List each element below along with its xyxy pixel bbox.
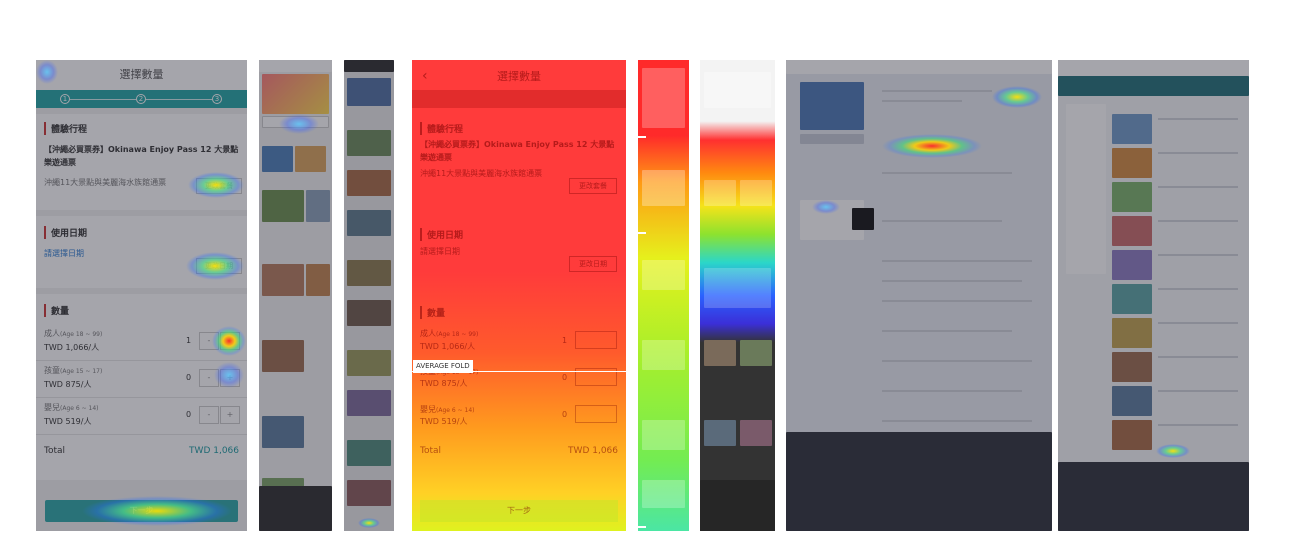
heat-spot-bottom [358,518,380,528]
list-item-image[interactable] [1112,250,1152,280]
child-minus-button[interactable]: - [199,369,219,387]
step-3: 3 [212,94,222,104]
list-item-image[interactable] [1112,216,1152,246]
section-title-date: 使用日期 [44,226,247,239]
average-fold-label: AVERAGE FOLD [413,360,473,373]
desktop-product-heatmap [786,60,1052,531]
attention-next-button[interactable]: 下一步 [420,500,618,522]
change-date-button[interactable]: 更改日期 [196,258,242,274]
list-item-image[interactable] [1112,318,1152,348]
attention-progress-steps [412,90,626,108]
attention-total-value: TWD 1,066 [568,446,618,456]
adult-age: (Age 18 ~ 99) [60,331,103,338]
qty-row-infant: 嬰兒(Age 6 ~ 14) TWD 519/人 [44,402,99,427]
mobile-home-heatmap [259,60,332,531]
list-item-title[interactable] [1158,390,1238,392]
checkout-click-heatmap: 選擇數量 1 2 3 體驗行程 【沖繩必買票券】Okinawa Enjoy Pa… [36,60,247,531]
infant-price: TWD 519/人 [44,417,92,426]
list-item-title[interactable] [1158,254,1238,256]
infant-plus-button[interactable]: + [220,406,240,424]
attention-change-date-button[interactable]: 更改日期 [569,256,617,272]
list-item-title[interactable] [1158,186,1238,188]
list-item-image[interactable] [1112,420,1152,450]
infant-qty: 0 [186,410,192,419]
infant-minus-button[interactable]: - [199,406,219,424]
attention-product-name: 【沖繩必買票券】Okinawa Enjoy Pass 12 大景點樂遊通票 [420,140,615,162]
list-item-image[interactable] [1112,182,1152,212]
list-item-title[interactable] [1158,356,1238,358]
attention-plan-name: 沖繩11大景點與美麗海水族館通票 [420,169,543,178]
adult-label: 成人 [44,329,60,338]
attention-infant-price: TWD 519/人 [420,417,468,426]
step-2: 2 [136,94,146,104]
scroll-depth-heatmap-narrow [638,60,689,531]
attention-infant-label: 嬰兒(Age 6 ~ 14) [420,405,475,414]
heat-spot-gallery [992,86,1042,108]
heat-spot-pagination [1156,444,1190,458]
attention-section-quantity: 數量 [420,306,445,319]
attention-adult-label: 成人(Age 18 ~ 99) [420,329,479,338]
list-item-image[interactable] [1112,284,1152,314]
list-item-title[interactable] [1158,424,1238,426]
attention-infant-qty: 0 [562,410,568,419]
attention-adult-stepper[interactable] [575,331,617,349]
child-age: (Age 15 ~ 17) [60,368,103,375]
attention-infant-stepper[interactable] [575,405,617,423]
total-value: TWD 1,066 [189,446,239,456]
list-item-image[interactable] [1112,148,1152,178]
qty-row-adult: 成人(Age 18 ~ 99) TWD 1,066/人 [44,328,102,353]
attention-date-placeholder: 請選擇日期 [420,247,460,256]
total-label: Total [44,446,66,456]
step-1: 1 [60,94,70,104]
section-title-experience: 體驗行程 [44,122,247,135]
attention-page-title: 選擇數量 [497,70,541,83]
desktop-list-heatmap [1058,60,1249,531]
adult-qty: 1 [186,336,192,345]
scroll-depth-heatmap-wide [700,60,775,531]
attention-section-date: 使用日期 [420,228,463,241]
list-item-image[interactable] [1112,352,1152,382]
list-item-image[interactable] [1112,386,1152,416]
attention-adult-price: TWD 1,066/人 [420,342,476,351]
attention-adult-qty: 1 [562,336,568,345]
page-title: 選擇數量 [36,60,247,90]
heat-spot-options [882,134,982,158]
quantity-section: 數量 成人(Age 18 ~ 99) TWD 1,066/人 1 - + 孩童(… [36,294,247,480]
section-title-quantity: 數量 [44,304,247,317]
heatmap-comparison-board: 選擇數量 1 2 3 體驗行程 【沖繩必買票券】Okinawa Enjoy Pa… [0,0,1294,548]
next-button[interactable]: 下一步 [45,500,238,522]
attention-child-qty: 0 [562,373,568,382]
infant-label: 嬰兒 [44,403,60,412]
child-price: TWD 875/人 [44,380,92,389]
adult-price: TWD 1,066/人 [44,343,100,352]
experience-section: 體驗行程 【沖繩必買票券】Okinawa Enjoy Pass 12 大景點樂遊… [36,114,247,210]
child-qty: 0 [186,373,192,382]
child-plus-button[interactable]: + [220,369,240,387]
child-label: 孩童 [44,366,60,375]
checkout-attention-heatmap: ‹ 選擇數量 體驗行程 【沖繩必買票券】Okinawa Enjoy Pass 1… [412,60,626,531]
mobile-list-heatmap [344,60,394,531]
attention-child-price: TWD 875/人 [420,379,468,388]
list-item-title[interactable] [1158,322,1238,324]
date-section: 使用日期 請選擇日期 更改日期 [36,216,247,288]
infant-age: (Age 6 ~ 14) [60,405,99,412]
adult-plus-button[interactable]: + [220,332,240,350]
list-item-title[interactable] [1158,220,1238,222]
list-item-title[interactable] [1158,118,1238,120]
product-name: 【沖繩必買票券】Okinawa Enjoy Pass 12 大景點樂遊通票 [44,145,239,167]
change-plan-button[interactable]: 更改套餐 [196,178,242,194]
progress-steps: 1 2 3 [36,90,247,108]
qty-row-child: 孩童(Age 15 ~ 17) TWD 875/人 [44,365,102,390]
list-item-image[interactable] [1112,114,1152,144]
attention-change-plan-button[interactable]: 更改套餐 [569,178,617,194]
attention-total-label: Total [420,446,442,456]
list-item-title[interactable] [1158,152,1238,154]
attention-section-experience: 體驗行程 [420,122,463,135]
list-item-title[interactable] [1158,288,1238,290]
adult-minus-button[interactable]: - [199,332,219,350]
